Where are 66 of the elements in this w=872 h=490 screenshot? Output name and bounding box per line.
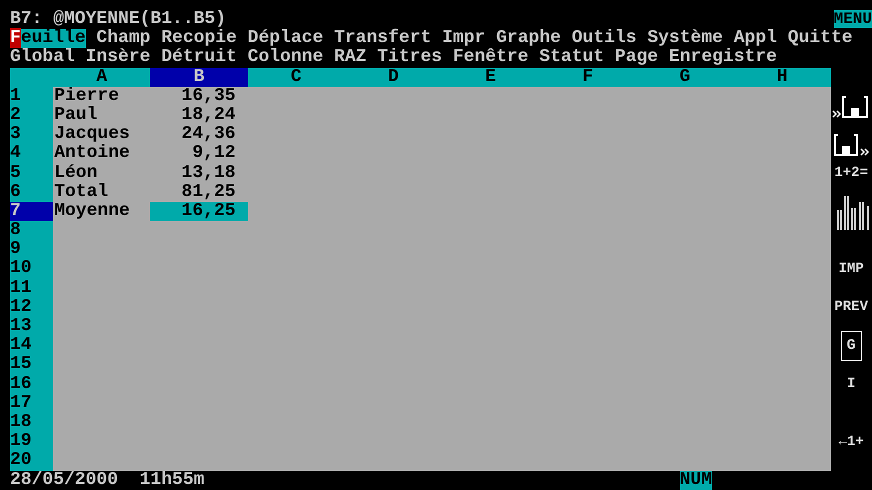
- menu-item[interactable]: Outils: [572, 29, 637, 48]
- menu-item[interactable]: Feuille: [10, 29, 86, 48]
- row-header[interactable]: 6: [10, 182, 54, 202]
- column-header[interactable]: G: [636, 68, 734, 87]
- column-header[interactable]: A: [53, 68, 150, 87]
- table-cell-text: 81,25: [180, 182, 237, 202]
- move-window-icon[interactable]: [832, 131, 870, 158]
- table-cell-text: Jacques: [53, 125, 131, 144]
- table-cell-text: Paul: [53, 106, 98, 126]
- table-cell-text: 18,24: [180, 106, 237, 126]
- row-header[interactable]: 13: [10, 317, 54, 336]
- row-header[interactable]: 7: [10, 202, 54, 222]
- table-cell-text: 16,35: [180, 86, 237, 106]
- status-time: 11h55m: [140, 470, 204, 490]
- row-header[interactable]: 14: [10, 336, 54, 356]
- mode-indicator: MENU: [834, 10, 872, 28]
- row-header[interactable]: 12: [10, 298, 54, 317]
- row-header[interactable]: 3: [10, 125, 54, 144]
- menu-item[interactable]: Appl: [734, 29, 777, 48]
- table-cell-text: Total: [53, 182, 110, 202]
- menu-item[interactable]: Graphe: [496, 29, 561, 48]
- row-header[interactable]: 11: [10, 278, 54, 298]
- row-header[interactable]: 10: [10, 259, 54, 279]
- toolbar-label[interactable]: I: [846, 376, 856, 392]
- toolbar-label[interactable]: IMP: [838, 261, 864, 278]
- row-header[interactable]: 19: [10, 432, 54, 452]
- table-cell-text: 24,36: [180, 125, 237, 144]
- menu-item[interactable]: Recopie: [161, 29, 237, 48]
- active-cell: 16,25: [150, 202, 248, 222]
- row-header[interactable]: 8: [10, 221, 54, 240]
- cell-contents: B7: @MOYENNE(B1..B5): [10, 10, 226, 29]
- toolbar-button[interactable]: G: [840, 330, 862, 361]
- row-header[interactable]: 1: [10, 86, 54, 106]
- toolbar-label[interactable]: 1+2=: [834, 165, 868, 182]
- menu-item[interactable]: Transfert: [334, 29, 432, 48]
- menu-item[interactable]: Champ: [96, 29, 150, 48]
- column-header[interactable]: C: [248, 68, 345, 87]
- menu-item[interactable]: Quitte: [788, 29, 853, 48]
- menu-item[interactable]: Système: [647, 29, 723, 48]
- row-header[interactable]: 15: [10, 355, 54, 375]
- table-cell-text: 9,12: [191, 144, 237, 164]
- status-indicator: NUM: [680, 470, 712, 490]
- column-header[interactable]: B: [150, 68, 248, 87]
- submenu-prompt: Global Insère Détruit Colonne RAZ Titres Fenêtre Statut Page Enregistre: [10, 48, 778, 68]
- row-header[interactable]: 20: [10, 451, 54, 470]
- row-header[interactable]: 18: [10, 412, 54, 432]
- column-header[interactable]: D: [344, 68, 442, 87]
- menu-item[interactable]: Déplace: [248, 29, 324, 48]
- column-header[interactable]: F: [539, 68, 636, 87]
- menu-item[interactable]: Impr: [442, 29, 486, 48]
- table-cell-text: 13,18: [180, 164, 237, 183]
- toolbar-label[interactable]: ←1+: [838, 434, 864, 450]
- row-header[interactable]: 4: [10, 144, 54, 164]
- row-header[interactable]: 2: [10, 106, 54, 126]
- row-header[interactable]: 16: [10, 374, 54, 394]
- table-cell-text: Léon: [53, 164, 98, 183]
- column-header[interactable]: H: [734, 68, 831, 87]
- toolbar-label[interactable]: PREV: [834, 299, 868, 316]
- column-header[interactable]: E: [442, 68, 540, 87]
- row-header[interactable]: 17: [10, 394, 54, 413]
- table-cell-text: Pierre: [53, 86, 120, 106]
- row-header[interactable]: 9: [10, 240, 54, 260]
- table-cell-text: Moyenne: [53, 202, 131, 222]
- status-date: 28/05/2000: [10, 470, 118, 490]
- row-header[interactable]: 5: [10, 164, 54, 183]
- table-cell-text: Antoine: [53, 144, 131, 164]
